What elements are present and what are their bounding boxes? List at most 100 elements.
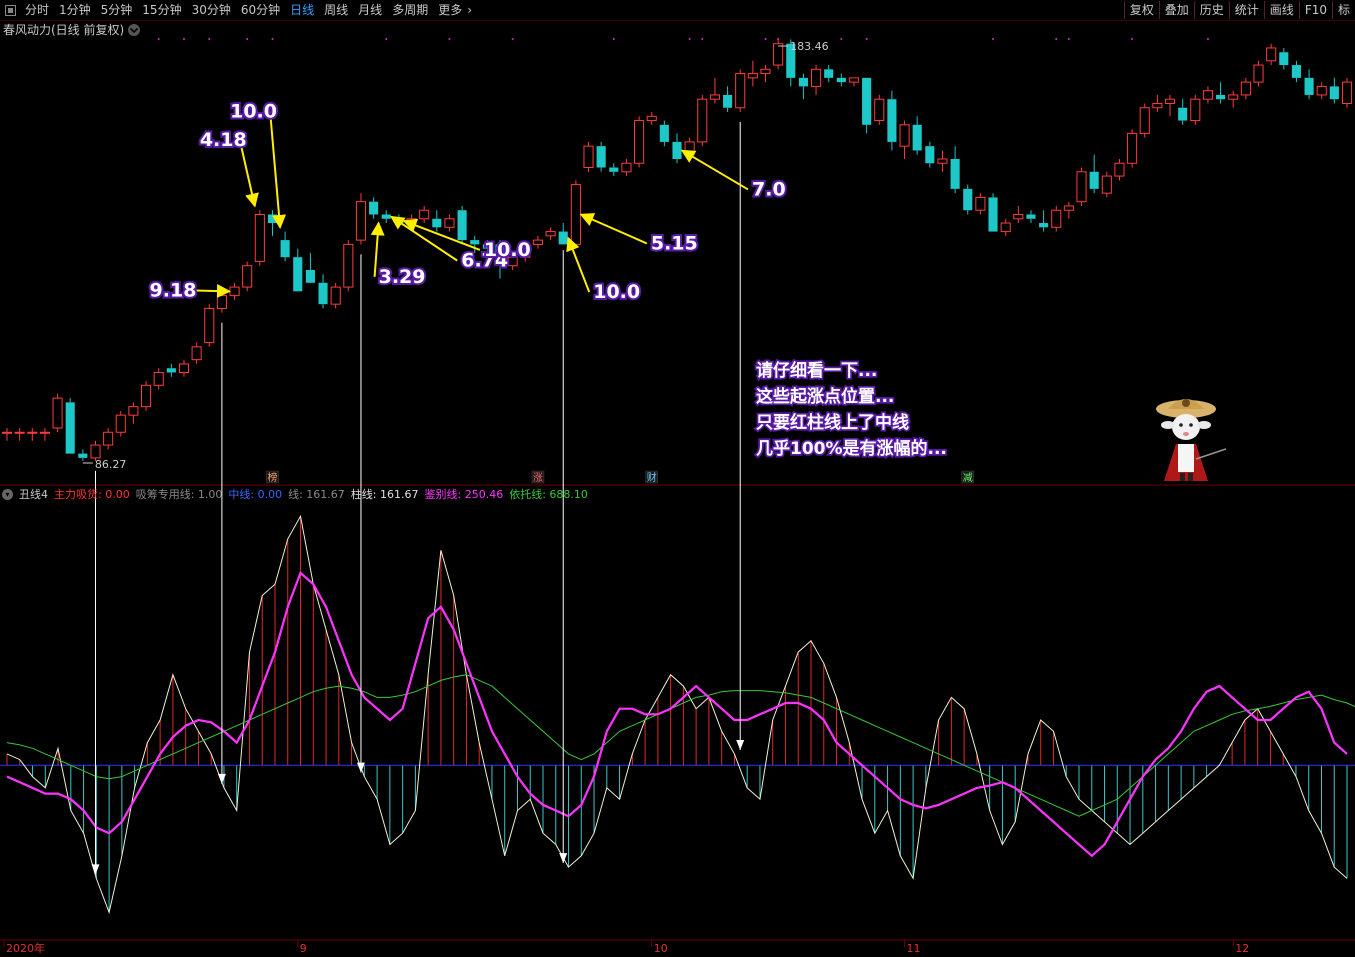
candle xyxy=(1051,205,1062,232)
indicator-field: 鉴别线: 250.46 xyxy=(424,488,504,501)
signal-dot xyxy=(992,38,995,40)
candle xyxy=(52,393,63,433)
candle xyxy=(963,184,973,215)
event-marker[interactable]: 榜 xyxy=(266,470,279,484)
candle xyxy=(1152,94,1163,113)
candle xyxy=(634,116,645,168)
signal-dot xyxy=(688,38,691,40)
svg-text:7.0: 7.0 xyxy=(752,178,786,200)
candle xyxy=(1178,99,1188,125)
signal-dot xyxy=(246,38,249,40)
candle xyxy=(153,368,164,390)
candle xyxy=(39,427,50,441)
svg-text:涨: 涨 xyxy=(533,472,543,484)
gain-annotation: 7.0 xyxy=(680,149,788,202)
indicator-field: 吸筹专用线: 1.00 xyxy=(135,488,223,501)
candle xyxy=(798,73,808,100)
candle xyxy=(1164,94,1176,117)
note-line-3: 只要红柱线上了中线 xyxy=(756,412,909,433)
candle xyxy=(811,65,822,95)
event-marker[interactable]: 财 xyxy=(645,470,658,484)
magenta-line xyxy=(6,571,1348,858)
candle xyxy=(848,77,860,87)
main-panel-title: 春风动力(日线 前复权) xyxy=(3,22,124,37)
gain-annotation: 4.18 xyxy=(198,127,259,208)
event-marker[interactable]: 涨 xyxy=(531,470,545,484)
signal-dot xyxy=(271,38,274,40)
candle xyxy=(760,65,771,83)
vertical-pointer xyxy=(91,470,100,875)
candle xyxy=(432,210,442,232)
candle xyxy=(1253,60,1264,87)
x-axis: 2020年 9 10 11 12 xyxy=(3,940,1249,955)
candle xyxy=(937,150,948,172)
candle xyxy=(532,235,543,249)
candle xyxy=(1316,82,1327,100)
indicator-field: 中线: 0.00 xyxy=(228,488,283,501)
mascot-illustration xyxy=(1156,399,1226,481)
svg-text:4.18: 4.18 xyxy=(200,129,247,151)
candle xyxy=(1304,69,1314,100)
candle xyxy=(1202,86,1213,104)
candle xyxy=(735,69,746,113)
svg-text:9.18: 9.18 xyxy=(150,279,197,301)
signal-dot xyxy=(1055,38,1058,40)
event-marker[interactable]: 减 xyxy=(961,470,975,484)
gain-annotation: 10.0 xyxy=(566,236,642,305)
candle xyxy=(419,205,430,224)
candle xyxy=(444,214,455,232)
candle xyxy=(950,146,960,194)
candle xyxy=(672,133,682,164)
x-axis-label: 11 xyxy=(907,942,921,955)
indicator-legend: ▾ 丑线4 主力吸货: 0.00 吸筹专用线: 1.00 中线: 0.00 线: 16… xyxy=(2,487,600,501)
candle xyxy=(27,427,38,441)
candle xyxy=(318,274,328,309)
svg-text:3.29: 3.29 xyxy=(379,266,426,288)
candle xyxy=(1228,90,1239,108)
candle xyxy=(747,60,758,87)
title-dropdown-icon[interactable] xyxy=(128,24,140,36)
candle xyxy=(103,427,114,450)
candle xyxy=(1139,103,1150,138)
candle xyxy=(1013,205,1024,224)
svg-text:5.15: 5.15 xyxy=(651,232,698,254)
candle xyxy=(1266,43,1277,66)
candle xyxy=(1026,210,1036,224)
x-axis-label: 2020年 xyxy=(6,941,45,955)
candle xyxy=(293,248,303,292)
candle xyxy=(1000,218,1011,236)
candle xyxy=(1,427,13,441)
candle xyxy=(280,231,290,262)
candle xyxy=(65,398,75,454)
green-line xyxy=(6,674,1355,817)
candle xyxy=(229,282,240,300)
candle xyxy=(836,73,846,87)
indicator-field: 柱线: 161.67 xyxy=(350,488,419,501)
candle xyxy=(254,210,265,266)
candle xyxy=(709,77,720,104)
candle xyxy=(1341,77,1353,108)
candle xyxy=(899,120,910,159)
svg-text:榜: 榜 xyxy=(267,471,277,484)
candle xyxy=(773,39,784,70)
candle xyxy=(1279,47,1289,70)
candle xyxy=(558,223,568,245)
candle xyxy=(723,86,733,113)
candle xyxy=(166,363,176,377)
candle xyxy=(988,193,998,232)
signal-dot xyxy=(385,38,388,40)
signal-dot xyxy=(701,38,704,40)
signal-dot xyxy=(612,38,615,40)
annotation-note: 请仔细看一下... 这些起涨点位置... 只要红柱线上了中线 几乎100%是有涨… xyxy=(754,358,948,461)
signal-dot xyxy=(208,38,211,40)
candle xyxy=(1076,167,1087,206)
candle xyxy=(583,141,594,172)
candle xyxy=(14,427,25,441)
indicator-dropdown-icon[interactable]: ▾ xyxy=(2,488,13,500)
indicator-field: 线: 161.67 xyxy=(288,488,345,501)
candle xyxy=(925,141,935,168)
x-axis-label: 12 xyxy=(1235,942,1249,955)
candle xyxy=(1329,77,1339,104)
candle xyxy=(242,261,253,292)
candle xyxy=(457,205,467,245)
